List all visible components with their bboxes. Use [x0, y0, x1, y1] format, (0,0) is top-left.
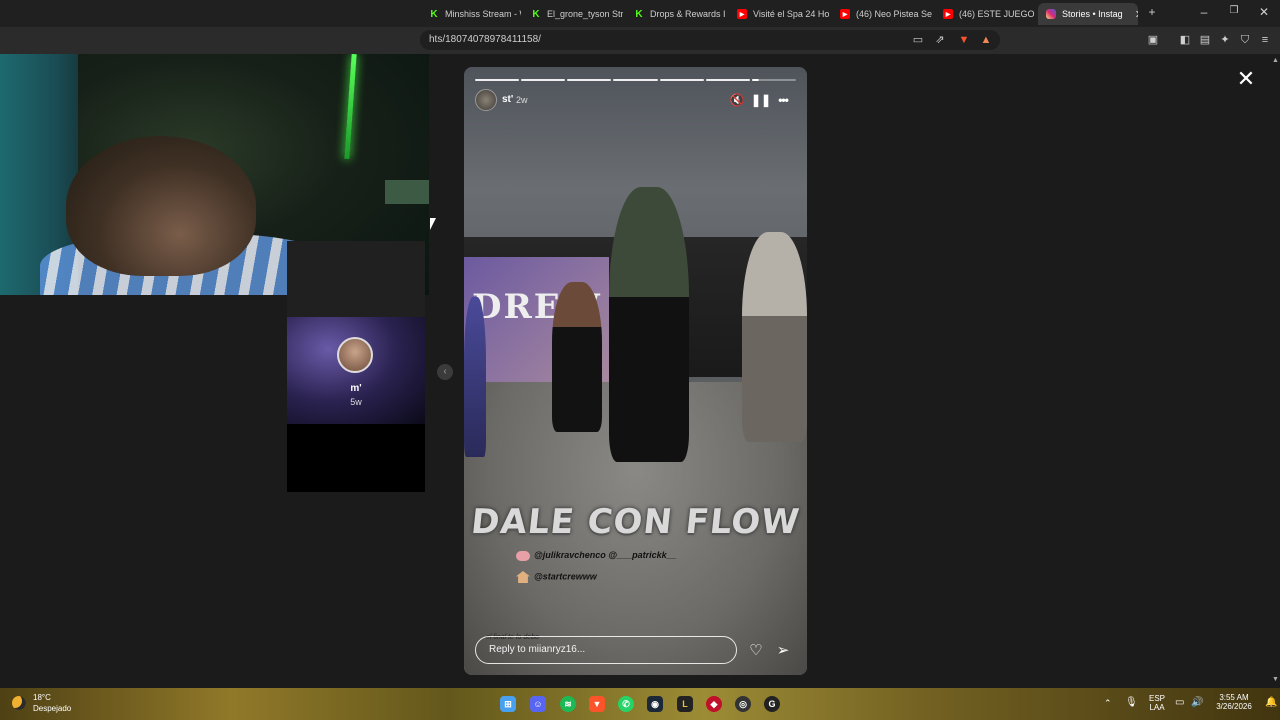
like-heart-icon[interactable]: ♡: [747, 642, 765, 660]
youtube-icon: ▶: [943, 9, 953, 19]
dancer-figure: [742, 232, 807, 442]
browser-tab-active[interactable]: Stories • Instag ✕: [1038, 3, 1138, 25]
story-mention[interactable]: @startcrewww: [516, 571, 597, 583]
tab-label: Visité el Spa 24 Hor: [753, 9, 829, 19]
app-g-icon[interactable]: G: [764, 696, 780, 712]
story-progress-segment: [751, 79, 796, 81]
dancer-figure: [609, 187, 689, 462]
browser-tab[interactable]: ▶ Visité el Spa 24 Hor: [729, 3, 829, 25]
clock[interactable]: 3:55 AM 3/26/2026: [1208, 693, 1260, 711]
streamer-head: [66, 136, 256, 276]
avatar: [337, 337, 373, 373]
kick-icon: K: [430, 8, 438, 20]
story-progress-segment: [705, 79, 750, 81]
extensions-icon[interactable]: ▤: [1198, 33, 1212, 47]
story-progress-segment: [613, 79, 658, 81]
story-username[interactable]: st': [502, 94, 513, 105]
send-direct-icon[interactable]: ➢: [774, 642, 792, 660]
more-options-icon[interactable]: •••: [775, 92, 791, 108]
discord-icon[interactable]: ☺: [530, 696, 546, 712]
story-time: 2w: [516, 95, 528, 105]
spotify-icon[interactable]: ≋: [560, 696, 576, 712]
share-icon[interactable]: ⇗: [933, 33, 947, 47]
cast-icon[interactable]: ▭: [911, 33, 925, 47]
app-launcher-icon[interactable]: L: [677, 696, 693, 712]
browser-tab[interactable]: ▶ (46) ESTE JUEGO DE: [935, 3, 1035, 25]
rewards-icon[interactable]: ▲: [979, 33, 993, 47]
dancer-figure: [552, 282, 602, 432]
kick-icon: K: [635, 8, 643, 20]
windows-taskbar: 18°C Despejado ⊞ ☺ ≋ ▼ ✆ ◉ L ◆ ◎ G ⌃ 🎙 E…: [0, 688, 1280, 720]
tab-label: (46) Neo Pistea Se l: [856, 9, 932, 19]
browser-tab[interactable]: ▶ (46) Neo Pistea Se l: [832, 3, 932, 25]
story-header: st' 2w 🔇 ❚❚ •••: [475, 89, 796, 111]
tab-label: Drops & Rewards In: [650, 9, 726, 19]
tab-label: (46) ESTE JUEGO DE: [959, 9, 1035, 19]
story-progress-segment: [521, 79, 566, 81]
mouse-cursor: [430, 218, 439, 230]
neon-light: [344, 54, 357, 160]
tab-label: Minshiss Stream - W: [445, 9, 521, 19]
story-progress-segment: [475, 79, 520, 81]
notification-bell-icon[interactable]: 🔔: [1265, 697, 1277, 708]
kick-icon: K: [532, 8, 540, 20]
pause-icon[interactable]: ❚❚: [751, 92, 771, 108]
weather-temperature[interactable]: 18°C: [33, 693, 51, 702]
close-icon[interactable]: ✕: [1236, 68, 1256, 90]
language-indicator[interactable]: ESP LAA: [1146, 694, 1168, 712]
dancer-figure: [464, 297, 486, 457]
scroll-up-arrow-icon[interactable]: ▲: [1271, 57, 1280, 64]
story-progress-segment: [659, 79, 704, 81]
menu-icon[interactable]: ≡: [1258, 33, 1272, 47]
story-viewer[interactable]: DREW st' 2w 🔇 ❚❚ ••• DALE CON FLOW @juli…: [464, 67, 807, 675]
new-tab-button[interactable]: +: [1138, 5, 1166, 19]
volume-icon[interactable]: 🔊: [1191, 697, 1203, 708]
leo-ai-icon[interactable]: ✦: [1218, 33, 1232, 47]
browser-tab-strip: K Minshiss Stream - W K El_grone_tyson S…: [0, 0, 1280, 27]
side-story-time: 5w: [350, 397, 362, 407]
obs-icon[interactable]: ◎: [735, 696, 751, 712]
side-story-card[interactable]: m' 5w: [287, 317, 425, 492]
story-progress-bar: [475, 79, 796, 81]
brave-shield-icon[interactable]: ▼: [957, 33, 971, 47]
instagram-icon: [1046, 9, 1056, 19]
brave-browser-icon[interactable]: ▼: [589, 696, 605, 712]
vpn-icon[interactable]: ⛉: [1238, 33, 1252, 47]
sidebar-icon[interactable]: ◧: [1178, 33, 1192, 47]
reply-input[interactable]: Reply to miianryz16...: [475, 636, 737, 664]
browser-tab[interactable]: K Drops & Rewards In: [626, 3, 726, 25]
story-caption: DALE CON FLOW: [469, 502, 802, 542]
mute-icon[interactable]: 🔇: [729, 92, 745, 108]
app-red-icon[interactable]: ◆: [706, 696, 722, 712]
side-story-card-top[interactable]: [287, 241, 425, 317]
youtube-icon: ▶: [737, 9, 747, 19]
wallet-icon[interactable]: ▣: [1146, 33, 1160, 47]
scroll-down-arrow-icon[interactable]: ▼: [1271, 676, 1280, 683]
restore-icon[interactable]: ❐: [1220, 5, 1248, 16]
browser-tab[interactable]: K El_grone_tyson Stre: [523, 3, 623, 25]
scrollbar[interactable]: [1271, 54, 1280, 688]
start-windows-icon[interactable]: ⊞: [500, 696, 516, 712]
tray-chevron-up-icon[interactable]: ⌃: [1104, 698, 1112, 709]
youtube-icon: ▶: [840, 9, 850, 19]
tab-label: Stories • Instag: [1062, 9, 1123, 19]
minimize-icon[interactable]: –: [1190, 5, 1218, 19]
weather-moon-icon[interactable]: [12, 696, 26, 710]
network-icon[interactable]: ▭: [1175, 697, 1184, 708]
avatar[interactable]: [475, 89, 497, 111]
microphone-icon[interactable]: 🎙: [1125, 697, 1138, 708]
side-story-username: m': [350, 383, 362, 394]
story-mention[interactable]: @julikravchenco @___patrickk__: [516, 550, 677, 561]
weather-description[interactable]: Despejado: [33, 704, 71, 713]
browser-tab[interactable]: K Minshiss Stream - W: [421, 3, 521, 25]
close-window-icon[interactable]: ✕: [1250, 5, 1278, 19]
tab-label: El_grone_tyson Stre: [547, 9, 623, 19]
address-bar: hts/18074078978411158/ ▭ ⇗ ▼ ▲ ▣ ◧ ▤ ✦ ⛉…: [0, 27, 1280, 54]
previous-story-button[interactable]: ‹: [437, 364, 453, 380]
whatsapp-icon[interactable]: ✆: [618, 696, 634, 712]
steam-icon[interactable]: ◉: [647, 696, 663, 712]
story-progress-segment: [567, 79, 612, 81]
instagram-stories-page: m' 5w ‹ DREW st' 2w 🔇 ❚❚ ••• DALE CON FL…: [0, 54, 1280, 688]
